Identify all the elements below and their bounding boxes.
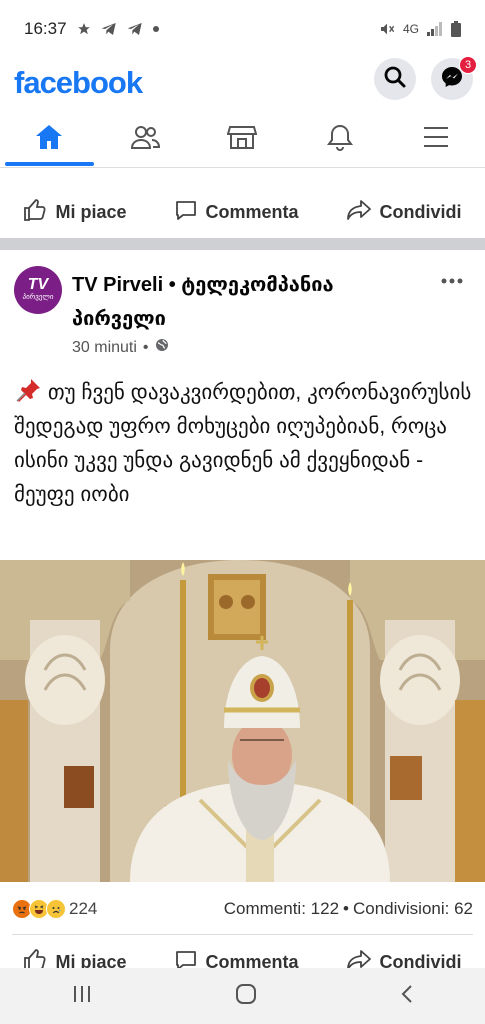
system-nav-bar (0, 968, 485, 1024)
status-bar: 16:37 4G (0, 0, 485, 58)
battery-icon (451, 21, 461, 37)
telegram-icon (101, 22, 117, 36)
page-avatar[interactable]: TV პირველი (14, 266, 62, 314)
post-actions: Mi piace Commenta Condividi (0, 936, 485, 968)
stats-separator: • (343, 899, 349, 918)
reactions-summary: 224 Commenti: 122 • Condivisioni: 62 (0, 894, 485, 924)
reaction-emojis[interactable] (12, 899, 66, 919)
friends-icon (129, 123, 161, 156)
home-button[interactable] (235, 983, 257, 1010)
network-type: 4G (402, 22, 419, 36)
marketplace-icon (226, 123, 258, 156)
comment-icon (174, 948, 198, 968)
like-button[interactable]: Mi piace (23, 948, 127, 968)
active-tab-indicator (5, 162, 94, 166)
sad-reaction-icon (46, 899, 66, 919)
share-icon (346, 948, 372, 968)
like-button[interactable]: Mi piace (23, 198, 127, 227)
pushpin-icon (14, 379, 48, 404)
share-button[interactable]: Condividi (346, 948, 462, 968)
tab-notifications[interactable] (300, 112, 380, 166)
signal-icon (427, 22, 443, 36)
comments-count[interactable]: Commenti: 122 (224, 899, 339, 919)
previous-post-actions: Mi piace Commenta Condividi (0, 186, 485, 238)
globe-icon (155, 338, 169, 357)
back-button[interactable] (400, 984, 414, 1009)
post-image[interactable] (0, 560, 485, 882)
thumbs-up-icon (23, 948, 47, 968)
home-icon (34, 123, 64, 156)
page-name[interactable]: TV Pirveli • ტელეკომპანია პირველი (72, 268, 417, 336)
reaction-count[interactable]: 224 (69, 899, 97, 919)
tab-bar (0, 112, 485, 168)
facebook-logo[interactable]: facebook (14, 65, 143, 101)
messenger-button[interactable]: 3 (431, 56, 477, 100)
messenger-badge: 3 (459, 56, 477, 74)
post-options-button[interactable] (441, 264, 463, 290)
status-time: 16:37 (24, 19, 67, 38)
search-button[interactable] (374, 58, 416, 100)
more-horizontal-icon (441, 264, 463, 289)
tab-home[interactable] (9, 112, 89, 166)
post-time[interactable]: 30 minuti (72, 339, 137, 357)
share-button[interactable]: Condividi (346, 198, 462, 227)
post-meta: 30 minuti • (72, 338, 169, 357)
mute-icon (379, 21, 395, 37)
recent-apps-button[interactable] (72, 985, 92, 1008)
tab-friends[interactable] (105, 112, 185, 166)
bell-icon (326, 123, 354, 156)
post-text: თუ ჩვენ დავაკვირდებით, კორონავირუსის შედ… (14, 379, 472, 506)
post-header: TV პირველი TV Pirveli • ტელეკომპანია პირ… (0, 260, 485, 370)
star-icon (77, 22, 91, 36)
search-icon (383, 65, 407, 94)
thumbs-up-icon (23, 198, 47, 227)
post-stats: Commenti: 122 • Condivisioni: 62 (224, 899, 473, 919)
feed-separator (0, 238, 485, 250)
shares-count[interactable]: Condivisioni: 62 (353, 899, 473, 919)
telegram-icon (127, 22, 143, 36)
hamburger-icon (422, 125, 450, 154)
comment-icon (174, 198, 198, 227)
app-header: facebook 3 (0, 56, 485, 108)
divider (12, 934, 473, 935)
dot-separator: • (142, 338, 149, 356)
share-icon (346, 198, 372, 227)
tab-marketplace[interactable] (202, 112, 282, 166)
tab-menu[interactable] (396, 112, 476, 166)
dot-icon (152, 26, 159, 32)
comment-button[interactable]: Commenta (174, 198, 299, 227)
comment-button[interactable]: Commenta (174, 948, 299, 968)
